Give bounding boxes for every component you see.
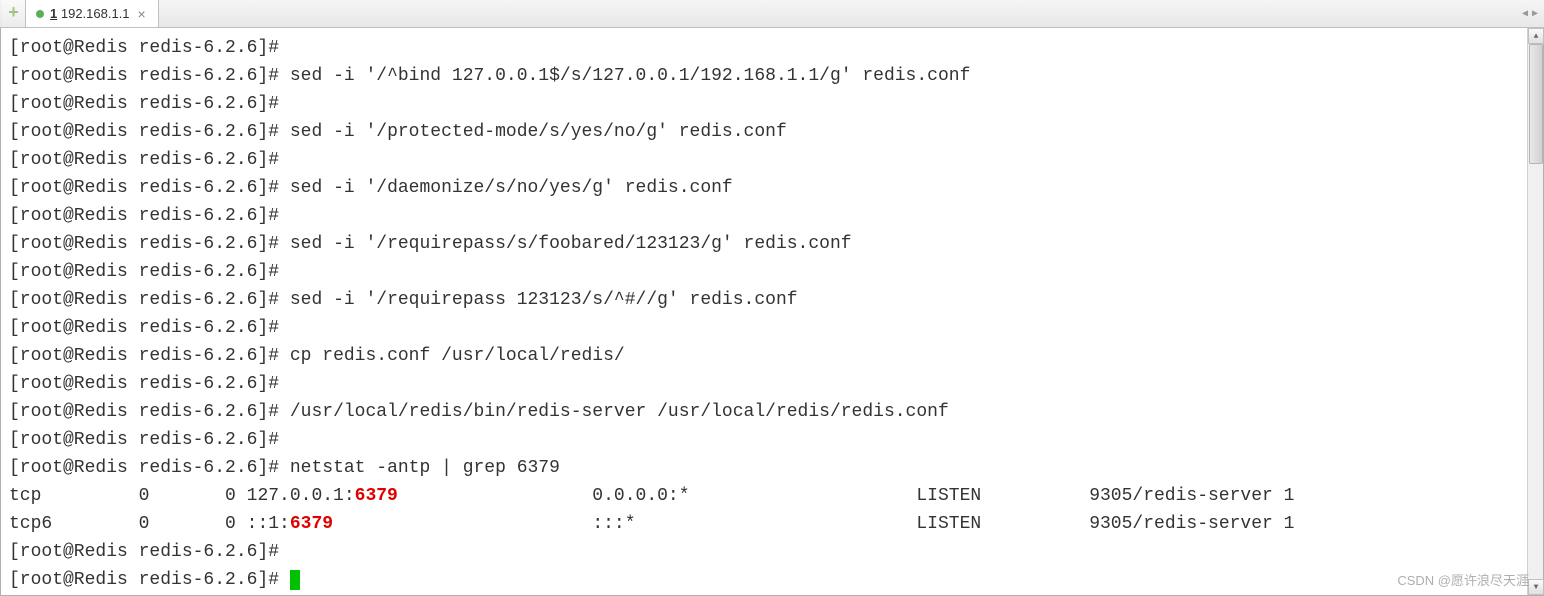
scrollbar[interactable]: ▲ ▼ xyxy=(1527,28,1543,595)
scroll-up-button[interactable]: ▲ xyxy=(1528,28,1544,44)
scroll-down-button[interactable]: ▼ xyxy=(1528,579,1544,595)
terminal-container: [root@Redis redis-6.2.6]# [root@Redis re… xyxy=(0,28,1544,596)
tab-navigation: ◀ ▶ xyxy=(1518,0,1542,27)
tab-active[interactable]: 1 192.168.1.1 × xyxy=(26,0,159,27)
close-tab-button[interactable]: × xyxy=(136,6,148,22)
tab-bar: + 1 192.168.1.1 × ◀ ▶ xyxy=(0,0,1544,28)
tab-next-button[interactable]: ▶ xyxy=(1532,8,1538,20)
scroll-thumb[interactable] xyxy=(1529,44,1543,164)
add-tab-button[interactable]: + xyxy=(2,0,26,27)
terminal[interactable]: [root@Redis redis-6.2.6]# [root@Redis re… xyxy=(1,28,1527,595)
tab-title: 1 192.168.1.1 xyxy=(50,6,130,21)
connection-status-icon xyxy=(36,10,44,18)
tab-prev-button[interactable]: ◀ xyxy=(1522,8,1528,20)
